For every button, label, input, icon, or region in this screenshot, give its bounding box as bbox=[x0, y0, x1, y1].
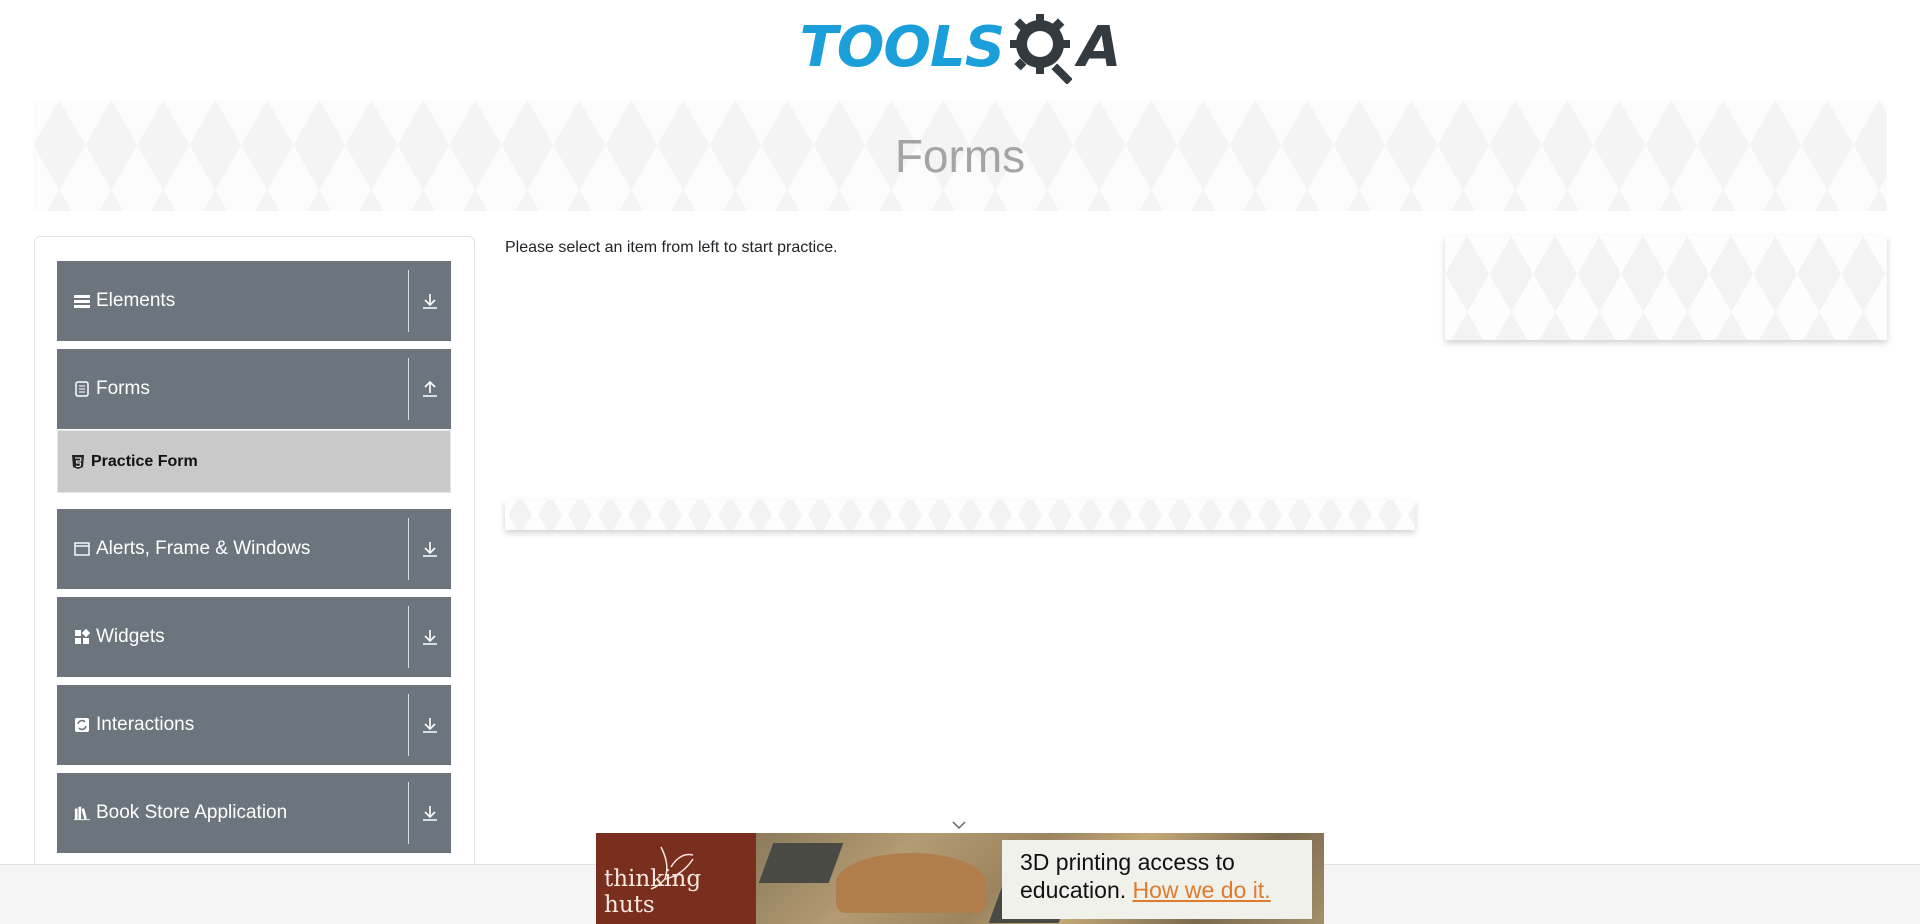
list-icon bbox=[74, 293, 90, 309]
gear-magnifier-icon bbox=[1010, 14, 1073, 84]
form-icon bbox=[74, 381, 90, 397]
sidebar-item-label: Practice Form bbox=[91, 452, 198, 470]
solar-panel bbox=[758, 843, 844, 883]
header: TOOLS A bbox=[0, 0, 1920, 96]
logo-tools-text: TOOLS bbox=[799, 15, 1005, 80]
ad-brand-name: thinking huts bbox=[604, 866, 702, 918]
sidebar-group-label: Interactions bbox=[96, 714, 195, 735]
books-icon bbox=[74, 805, 90, 821]
ad-message-line1: 3D printing access to bbox=[1020, 849, 1235, 875]
upload-arrow-icon[interactable] bbox=[409, 349, 451, 429]
sidebar-group-widgets[interactable]: Widgets bbox=[57, 597, 451, 677]
chevron-down-icon[interactable] bbox=[950, 818, 968, 832]
ad-placeholder-right bbox=[1445, 236, 1887, 340]
interactions-icon bbox=[74, 717, 90, 733]
printed-hut bbox=[836, 853, 986, 913]
download-arrow-icon[interactable] bbox=[409, 685, 451, 765]
ad-cta-link[interactable]: How we do it. bbox=[1133, 877, 1271, 903]
sidebar-group-label: Book Store Application bbox=[96, 802, 288, 823]
bottom-advertisement[interactable]: thinking huts 3D printing access to educ… bbox=[596, 833, 1324, 924]
left-panel: Elements Forms Practice Form Alerts, Fra… bbox=[34, 236, 475, 924]
toolsqa-logo[interactable]: TOOLS A bbox=[800, 12, 1121, 84]
sidebar-group-label: Alerts, Frame & Windows bbox=[96, 538, 311, 559]
download-arrow-icon[interactable] bbox=[409, 597, 451, 677]
widgets-icon bbox=[74, 629, 90, 645]
sidebar-group-elements[interactable]: Elements bbox=[57, 261, 451, 341]
download-arrow-icon[interactable] bbox=[409, 509, 451, 589]
page-banner: Forms bbox=[33, 100, 1887, 211]
ad-placeholder-center bbox=[505, 500, 1415, 530]
download-arrow-icon[interactable] bbox=[409, 261, 451, 341]
instruction-text: Please select an item from left to start… bbox=[505, 239, 838, 256]
sidebar-group-label: Widgets bbox=[96, 626, 165, 647]
sidebar-group-book-store-application[interactable]: Book Store Application bbox=[57, 773, 451, 853]
sidebar-group-label: Forms bbox=[96, 378, 150, 399]
sidebar-group-forms[interactable]: Forms bbox=[57, 349, 451, 429]
ad-message-box: 3D printing access to education. How we … bbox=[1002, 840, 1312, 919]
ad-brand-panel: thinking huts bbox=[596, 833, 756, 924]
sidebar-group-interactions[interactable]: Interactions bbox=[57, 685, 451, 765]
download-arrow-icon[interactable] bbox=[409, 773, 451, 853]
logo-a-text: A bbox=[1078, 15, 1121, 80]
sidebar-group-alerts-frame-windows[interactable]: Alerts, Frame & Windows bbox=[57, 509, 451, 589]
html5-icon bbox=[72, 454, 84, 469]
sidebar-group-label: Elements bbox=[96, 290, 176, 311]
sidebar-item-practice-form[interactable]: Practice Form bbox=[57, 430, 451, 493]
page-title: Forms bbox=[894, 129, 1026, 182]
window-icon bbox=[74, 541, 90, 557]
ad-message-line2: education. bbox=[1020, 877, 1127, 903]
